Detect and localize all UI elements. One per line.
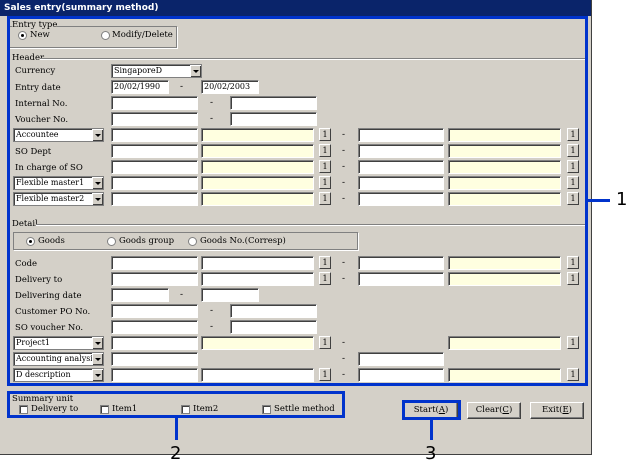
window-title: Sales entry(summary method) bbox=[0, 0, 591, 16]
callout-line-1 bbox=[588, 199, 610, 202]
exit-suffix: ) bbox=[568, 405, 572, 415]
callout-number-3: 3 bbox=[425, 443, 437, 464]
callout-line-3 bbox=[430, 420, 433, 440]
exit-label: Exit( bbox=[542, 405, 563, 415]
clear-button[interactable]: Clear(C) bbox=[467, 402, 521, 419]
exit-button[interactable]: Exit(E) bbox=[530, 402, 584, 419]
callout-number-2: 2 bbox=[170, 443, 182, 464]
callout-box-summary-unit bbox=[7, 391, 345, 418]
clear-label: Clear( bbox=[475, 405, 503, 415]
callout-box-main-area bbox=[7, 16, 588, 386]
callout-line-2 bbox=[175, 418, 178, 440]
clear-suffix: ) bbox=[508, 405, 513, 415]
callout-number-1: 1 bbox=[616, 189, 628, 210]
callout-box-start-button bbox=[402, 400, 461, 420]
